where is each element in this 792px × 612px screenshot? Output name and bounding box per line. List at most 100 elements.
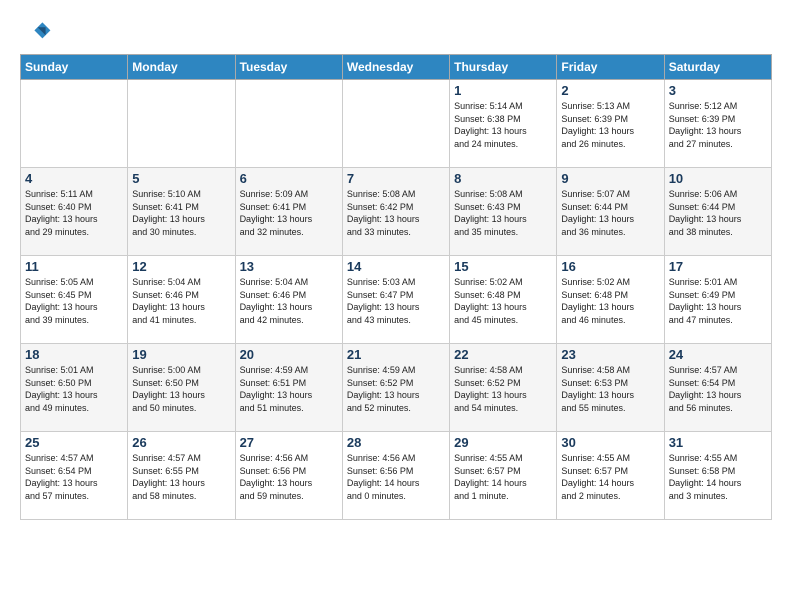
- day-info: Sunrise: 5:03 AM Sunset: 6:47 PM Dayligh…: [347, 276, 445, 326]
- day-number: 13: [240, 259, 338, 274]
- day-cell: 7 Sunrise: 5:08 AM Sunset: 6:42 PM Daylig…: [342, 168, 449, 256]
- header-cell-monday: Monday: [128, 55, 235, 80]
- day-number: 10: [669, 171, 767, 186]
- day-info: Sunrise: 5:10 AM Sunset: 6:41 PM Dayligh…: [132, 188, 230, 238]
- day-info: Sunrise: 5:04 AM Sunset: 6:46 PM Dayligh…: [132, 276, 230, 326]
- day-cell: 11 Sunrise: 5:05 AM Sunset: 6:45 PM Dayli…: [21, 256, 128, 344]
- day-cell: 31Sunrise: 4:55 AM Sunset: 6:58 PM Dayli…: [664, 432, 771, 520]
- day-number: 29: [454, 435, 552, 450]
- day-number: 8: [454, 171, 552, 186]
- week-row-4: 18 Sunrise: 5:01 AM Sunset: 6:50 PM Dayli…: [21, 344, 772, 432]
- day-number: 2: [561, 83, 659, 98]
- day-cell: 17 Sunrise: 5:01 AM Sunset: 6:49 PM Dayli…: [664, 256, 771, 344]
- day-cell: 16Sunrise: 5:02 AM Sunset: 6:48 PM Dayli…: [557, 256, 664, 344]
- day-number: 23: [561, 347, 659, 362]
- day-number: 19: [132, 347, 230, 362]
- day-cell: [21, 80, 128, 168]
- day-info: Sunrise: 4:58 AM Sunset: 6:53 PM Dayligh…: [561, 364, 659, 414]
- logo-icon: [20, 16, 52, 48]
- day-cell: 28 Sunrise: 4:56 AM Sunset: 6:56 PM Dayli…: [342, 432, 449, 520]
- day-info: Sunrise: 5:13 AM Sunset: 6:39 PM Dayligh…: [561, 100, 659, 150]
- day-info: Sunrise: 4:57 AM Sunset: 6:55 PM Dayligh…: [132, 452, 230, 502]
- day-cell: 9 Sunrise: 5:07 AM Sunset: 6:44 PM Daylig…: [557, 168, 664, 256]
- day-info: Sunrise: 4:57 AM Sunset: 6:54 PM Dayligh…: [25, 452, 123, 502]
- day-cell: 27Sunrise: 4:56 AM Sunset: 6:56 PM Dayli…: [235, 432, 342, 520]
- day-info: Sunrise: 5:00 AM Sunset: 6:50 PM Dayligh…: [132, 364, 230, 414]
- day-number: 25: [25, 435, 123, 450]
- header-cell-saturday: Saturday: [664, 55, 771, 80]
- day-number: 27: [240, 435, 338, 450]
- day-cell: 8 Sunrise: 5:08 AM Sunset: 6:43 PM Daylig…: [450, 168, 557, 256]
- day-number: 14: [347, 259, 445, 274]
- day-cell: 6 Sunrise: 5:09 AM Sunset: 6:41 PM Daylig…: [235, 168, 342, 256]
- day-cell: 18 Sunrise: 5:01 AM Sunset: 6:50 PM Dayli…: [21, 344, 128, 432]
- day-cell: 13 Sunrise: 5:04 AM Sunset: 6:46 PM Dayli…: [235, 256, 342, 344]
- day-info: Sunrise: 4:59 AM Sunset: 6:51 PM Dayligh…: [240, 364, 338, 414]
- day-info: Sunrise: 5:09 AM Sunset: 6:41 PM Dayligh…: [240, 188, 338, 238]
- day-info: Sunrise: 5:07 AM Sunset: 6:44 PM Dayligh…: [561, 188, 659, 238]
- page: SundayMondayTuesdayWednesdayThursdayFrid…: [0, 0, 792, 530]
- day-number: 16: [561, 259, 659, 274]
- day-number: 11: [25, 259, 123, 274]
- day-info: Sunrise: 4:56 AM Sunset: 6:56 PM Dayligh…: [347, 452, 445, 502]
- day-cell: 19 Sunrise: 5:00 AM Sunset: 6:50 PM Dayli…: [128, 344, 235, 432]
- day-number: 28: [347, 435, 445, 450]
- day-cell: 30 Sunrise: 4:55 AM Sunset: 6:57 PM Dayli…: [557, 432, 664, 520]
- day-number: 20: [240, 347, 338, 362]
- day-cell: 10 Sunrise: 5:06 AM Sunset: 6:44 PM Dayli…: [664, 168, 771, 256]
- day-info: Sunrise: 4:59 AM Sunset: 6:52 PM Dayligh…: [347, 364, 445, 414]
- day-info: Sunrise: 5:08 AM Sunset: 6:43 PM Dayligh…: [454, 188, 552, 238]
- day-cell: 5Sunrise: 5:10 AM Sunset: 6:41 PM Daylig…: [128, 168, 235, 256]
- calendar-header: SundayMondayTuesdayWednesdayThursdayFrid…: [21, 55, 772, 80]
- day-info: Sunrise: 5:11 AM Sunset: 6:40 PM Dayligh…: [25, 188, 123, 238]
- day-cell: [235, 80, 342, 168]
- day-cell: 22Sunrise: 4:58 AM Sunset: 6:52 PM Dayli…: [450, 344, 557, 432]
- day-number: 7: [347, 171, 445, 186]
- day-number: 6: [240, 171, 338, 186]
- day-number: 30: [561, 435, 659, 450]
- day-number: 26: [132, 435, 230, 450]
- day-info: Sunrise: 4:55 AM Sunset: 6:58 PM Dayligh…: [669, 452, 767, 502]
- day-cell: 3Sunrise: 5:12 AM Sunset: 6:39 PM Daylig…: [664, 80, 771, 168]
- day-info: Sunrise: 4:55 AM Sunset: 6:57 PM Dayligh…: [454, 452, 552, 502]
- day-number: 12: [132, 259, 230, 274]
- day-info: Sunrise: 4:58 AM Sunset: 6:52 PM Dayligh…: [454, 364, 552, 414]
- day-info: Sunrise: 5:01 AM Sunset: 6:49 PM Dayligh…: [669, 276, 767, 326]
- day-info: Sunrise: 5:04 AM Sunset: 6:46 PM Dayligh…: [240, 276, 338, 326]
- day-info: Sunrise: 5:02 AM Sunset: 6:48 PM Dayligh…: [454, 276, 552, 326]
- day-cell: 20 Sunrise: 4:59 AM Sunset: 6:51 PM Dayli…: [235, 344, 342, 432]
- calendar-body: 1 Sunrise: 5:14 AM Sunset: 6:38 PM Daylig…: [21, 80, 772, 520]
- day-cell: 23 Sunrise: 4:58 AM Sunset: 6:53 PM Dayli…: [557, 344, 664, 432]
- day-cell: [342, 80, 449, 168]
- week-row-1: 1 Sunrise: 5:14 AM Sunset: 6:38 PM Daylig…: [21, 80, 772, 168]
- day-number: 17: [669, 259, 767, 274]
- day-number: 21: [347, 347, 445, 362]
- day-info: Sunrise: 5:06 AM Sunset: 6:44 PM Dayligh…: [669, 188, 767, 238]
- day-number: 1: [454, 83, 552, 98]
- day-info: Sunrise: 5:14 AM Sunset: 6:38 PM Dayligh…: [454, 100, 552, 150]
- week-row-5: 25 Sunrise: 4:57 AM Sunset: 6:54 PM Dayli…: [21, 432, 772, 520]
- day-info: Sunrise: 5:01 AM Sunset: 6:50 PM Dayligh…: [25, 364, 123, 414]
- day-number: 15: [454, 259, 552, 274]
- day-number: 4: [25, 171, 123, 186]
- day-info: Sunrise: 4:55 AM Sunset: 6:57 PM Dayligh…: [561, 452, 659, 502]
- day-cell: 15 Sunrise: 5:02 AM Sunset: 6:48 PM Dayli…: [450, 256, 557, 344]
- day-info: Sunrise: 5:08 AM Sunset: 6:42 PM Dayligh…: [347, 188, 445, 238]
- day-info: Sunrise: 4:57 AM Sunset: 6:54 PM Dayligh…: [669, 364, 767, 414]
- day-number: 9: [561, 171, 659, 186]
- day-cell: 24Sunrise: 4:57 AM Sunset: 6:54 PM Dayli…: [664, 344, 771, 432]
- day-cell: [128, 80, 235, 168]
- logo: [20, 16, 56, 48]
- day-cell: 26 Sunrise: 4:57 AM Sunset: 6:55 PM Dayli…: [128, 432, 235, 520]
- day-info: Sunrise: 5:12 AM Sunset: 6:39 PM Dayligh…: [669, 100, 767, 150]
- day-cell: 12 Sunrise: 5:04 AM Sunset: 6:46 PM Dayli…: [128, 256, 235, 344]
- day-number: 18: [25, 347, 123, 362]
- day-info: Sunrise: 5:05 AM Sunset: 6:45 PM Dayligh…: [25, 276, 123, 326]
- day-cell: 14 Sunrise: 5:03 AM Sunset: 6:47 PM Dayli…: [342, 256, 449, 344]
- header-cell-sunday: Sunday: [21, 55, 128, 80]
- day-cell: 2 Sunrise: 5:13 AM Sunset: 6:39 PM Daylig…: [557, 80, 664, 168]
- header-cell-friday: Friday: [557, 55, 664, 80]
- header-cell-tuesday: Tuesday: [235, 55, 342, 80]
- week-row-3: 11 Sunrise: 5:05 AM Sunset: 6:45 PM Dayli…: [21, 256, 772, 344]
- header-cell-wednesday: Wednesday: [342, 55, 449, 80]
